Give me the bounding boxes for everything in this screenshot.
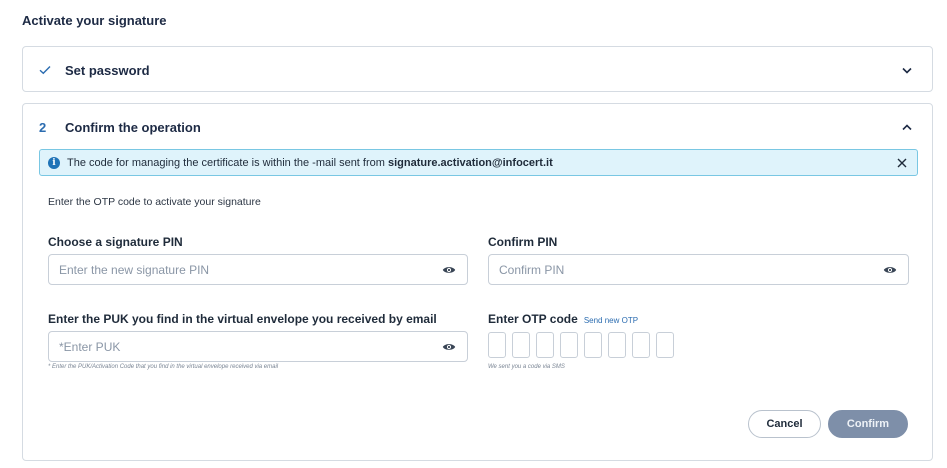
step-confirm-operation-title: Confirm the operation bbox=[65, 119, 201, 135]
eye-icon[interactable] bbox=[441, 262, 457, 278]
step-set-password: Set password bbox=[22, 46, 933, 92]
chevron-up-icon[interactable] bbox=[900, 120, 914, 134]
otp-hint: We sent you a code via SMS bbox=[488, 364, 565, 370]
eye-icon[interactable] bbox=[882, 262, 898, 278]
pin-label: Choose a signature PIN bbox=[48, 235, 183, 249]
alert-email: signature.activation@infocert.it bbox=[387, 156, 553, 169]
page-title: Activate your signature bbox=[22, 13, 167, 28]
otp-digit-box[interactable] bbox=[536, 332, 554, 358]
chevron-down-icon[interactable] bbox=[900, 63, 914, 77]
otp-digit-box[interactable] bbox=[584, 332, 602, 358]
info-icon: i bbox=[48, 156, 60, 169]
otp-input-group bbox=[488, 332, 674, 358]
intro-text: Enter the OTP code to activate your sign… bbox=[48, 196, 261, 208]
confirm-pin-input[interactable] bbox=[499, 262, 882, 277]
cancel-button[interactable]: Cancel bbox=[748, 410, 821, 438]
otp-digit-box[interactable] bbox=[632, 332, 650, 358]
puk-hint: * Enter the PUK/Activation Code that you… bbox=[48, 364, 279, 370]
confirm-button[interactable]: Confirm bbox=[828, 410, 908, 438]
alert-text: The code for managing the certificate is… bbox=[67, 156, 388, 169]
pin-field bbox=[48, 254, 468, 285]
otp-label-row: Enter OTP code Send new OTP bbox=[488, 312, 638, 326]
info-alert: i The code for managing the certificate … bbox=[39, 149, 918, 176]
otp-digit-box[interactable] bbox=[488, 332, 506, 358]
alert-message: The code for managing the certificate is… bbox=[67, 157, 895, 169]
step-set-password-header[interactable]: Set password bbox=[23, 47, 932, 93]
check-icon bbox=[39, 65, 65, 75]
otp-digit-box[interactable] bbox=[512, 332, 530, 358]
eye-icon[interactable] bbox=[441, 339, 457, 355]
puk-field bbox=[48, 331, 468, 362]
send-new-otp-link[interactable]: Send new OTP bbox=[584, 316, 638, 325]
confirm-pin-label: Confirm PIN bbox=[488, 235, 558, 249]
puk-label: Enter the PUK you find in the virtual en… bbox=[48, 312, 437, 326]
puk-input[interactable] bbox=[59, 339, 441, 354]
step-number: 2 bbox=[39, 119, 47, 135]
close-icon[interactable] bbox=[895, 156, 909, 170]
step-set-password-title: Set password bbox=[65, 62, 150, 78]
otp-digit-box[interactable] bbox=[656, 332, 674, 358]
step-confirm-operation-header[interactable]: 2 Confirm the operation bbox=[23, 104, 932, 150]
otp-digit-box[interactable] bbox=[560, 332, 578, 358]
confirm-pin-field bbox=[488, 254, 909, 285]
pin-input[interactable] bbox=[59, 262, 441, 277]
step-confirm-operation: 2 Confirm the operation i The code for m… bbox=[22, 103, 933, 461]
otp-label: Enter OTP code bbox=[488, 312, 578, 326]
otp-digit-box[interactable] bbox=[608, 332, 626, 358]
